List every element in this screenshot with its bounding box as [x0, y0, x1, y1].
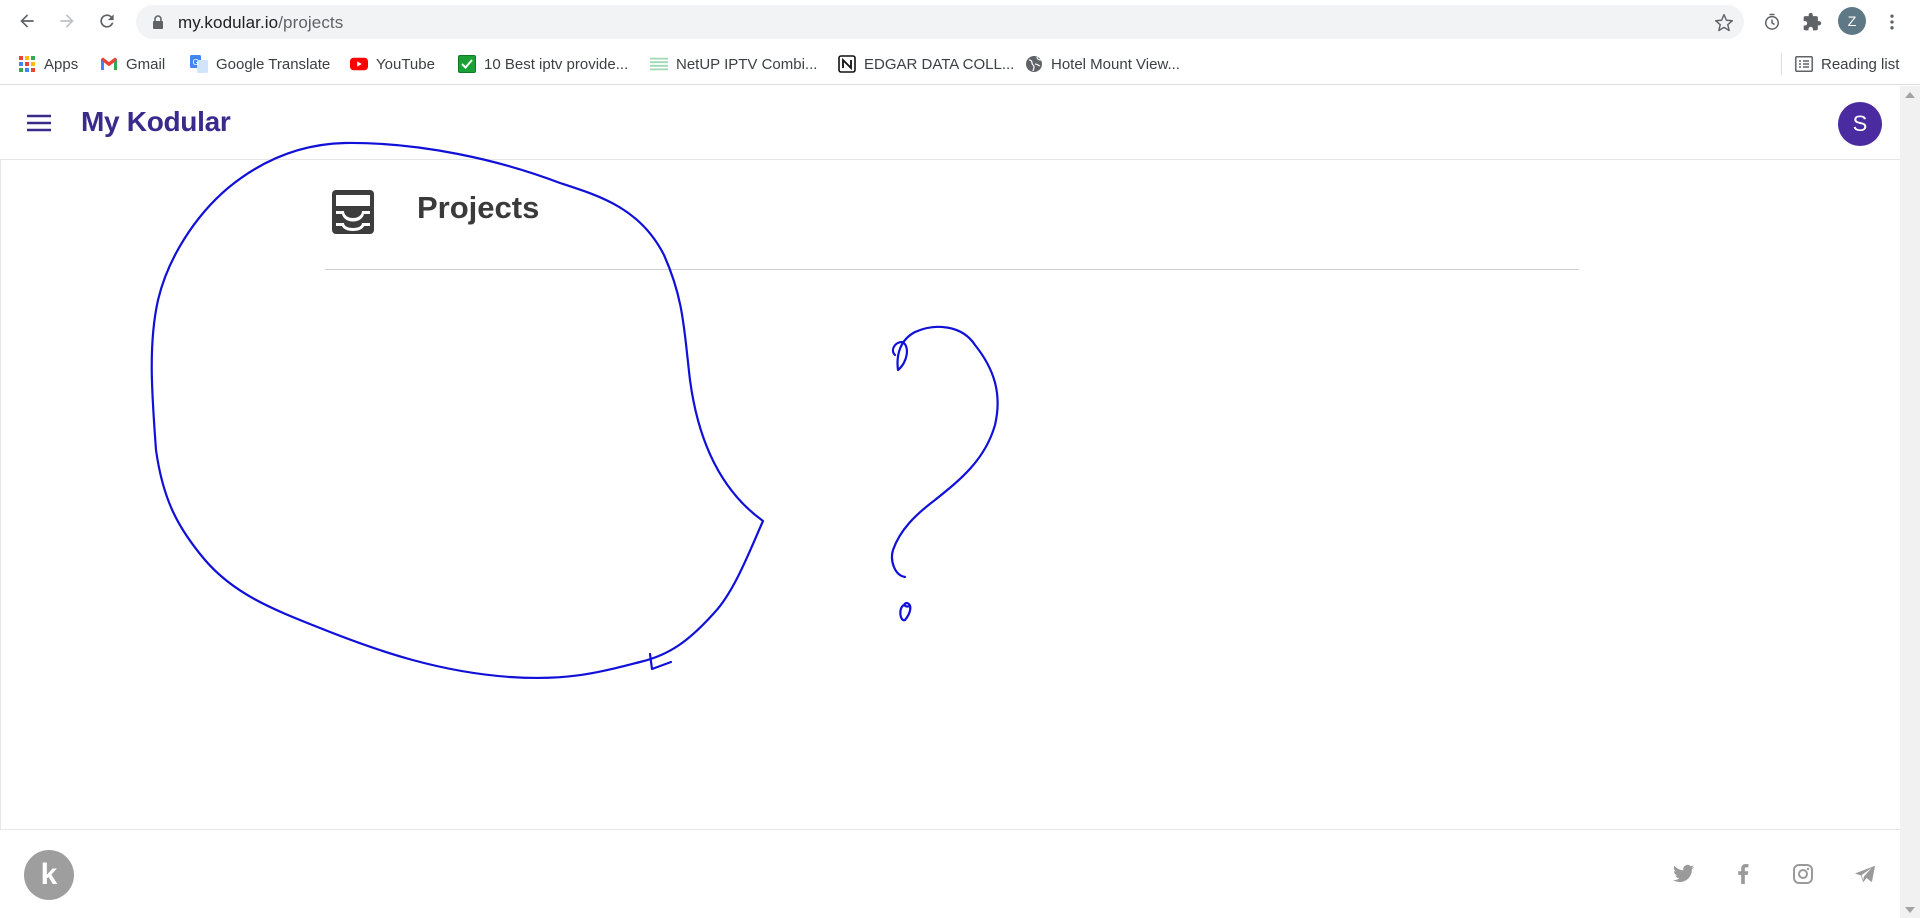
scroll-up-arrow-icon[interactable] — [1905, 91, 1915, 99]
netup-icon — [650, 55, 668, 73]
address-bar[interactable]: my.kodular.io/projects — [136, 5, 1744, 39]
timer-icon — [1765, 13, 1779, 30]
bookmark-netup[interactable]: NetUP IPTV Combi... — [650, 50, 817, 78]
back-button[interactable] — [13, 7, 41, 35]
bookmark-edgar[interactable]: EDGAR DATA COLL... — [838, 50, 1014, 78]
browser-toolbar: my.kodular.io/projects Z — [0, 0, 1920, 43]
bookmark-label: 10 Best iptv provide... — [484, 55, 629, 73]
user-avatar[interactable]: S — [1838, 102, 1882, 146]
apps-grid-icon — [18, 55, 36, 73]
bookmark-gmail[interactable]: Gmail — [100, 50, 165, 78]
hamburger-icon — [27, 114, 51, 132]
forward-button[interactable] — [53, 7, 81, 35]
instagram-icon[interactable] — [1793, 864, 1813, 884]
bookmarks-separator — [1781, 53, 1782, 75]
hamburger-menu-button[interactable] — [26, 113, 52, 133]
reading-list-button[interactable]: Reading list — [1795, 50, 1899, 78]
svg-text:G: G — [193, 58, 199, 67]
reading-list-label: Reading list — [1821, 55, 1900, 73]
page-scrollbar[interactable] — [1900, 86, 1920, 918]
twitter-icon[interactable] — [1673, 864, 1695, 884]
url-text: my.kodular.io/projects — [178, 13, 344, 32]
bookmark-label: Apps — [44, 55, 79, 73]
extensions-button[interactable] — [1798, 8, 1826, 36]
app-header: My Kodular S — [0, 86, 1900, 160]
kebab-menu-icon — [1890, 14, 1894, 30]
arrow-left-icon — [20, 14, 34, 28]
bookmark-apps[interactable]: Apps — [18, 50, 78, 78]
brand-title[interactable]: My Kodular — [81, 106, 231, 138]
bookmark-iptv[interactable]: 10 Best iptv provide... — [458, 50, 628, 78]
bookmark-youtube[interactable]: YouTube — [350, 50, 435, 78]
projects-content: Projects — [0, 160, 1900, 830]
reading-list-icon — [1795, 55, 1813, 73]
bookmark-label: Google Translate — [216, 55, 331, 73]
bookmark-hotel[interactable]: Hotel Mount View... — [1025, 50, 1180, 78]
google-translate-icon: G — [190, 55, 208, 73]
arrow-right-icon — [60, 14, 74, 28]
facebook-icon[interactable] — [1737, 864, 1749, 884]
bookmark-label: EDGAR DATA COLL... — [864, 55, 1015, 73]
bookmarks-bar: Apps Gmail G Google Translate YouTube 10… — [0, 43, 1920, 85]
scroll-down-arrow-icon[interactable] — [1905, 906, 1915, 914]
bookmark-label: Hotel Mount View... — [1051, 55, 1180, 73]
globe-icon — [1025, 55, 1043, 73]
telegram-icon[interactable] — [1854, 864, 1876, 884]
bookmark-label: YouTube — [376, 55, 435, 73]
page-title: Projects — [417, 190, 540, 225]
checkbox-icon — [458, 55, 476, 73]
puzzle-icon — [1803, 12, 1822, 31]
browser-profile-button[interactable]: Z — [1838, 7, 1866, 35]
browser-menu-button[interactable] — [1878, 8, 1906, 36]
bookmark-google-translate[interactable]: G Google Translate — [190, 50, 330, 78]
title-divider — [325, 269, 1579, 270]
kodular-page: My Kodular S Projects k — [0, 86, 1900, 918]
bookmark-label: Gmail — [126, 55, 166, 73]
kodular-logo[interactable]: k — [24, 850, 74, 900]
bookmark-star-icon[interactable] — [1714, 13, 1734, 33]
lock-icon — [153, 15, 163, 29]
projects-inbox-icon — [331, 189, 375, 235]
reload-button[interactable] — [93, 7, 121, 35]
page-footer: k — [0, 829, 1900, 918]
reload-icon — [100, 14, 114, 28]
notion-icon — [838, 55, 856, 73]
extension-timer-button[interactable] — [1758, 8, 1786, 36]
bookmark-label: NetUP IPTV Combi... — [676, 55, 818, 73]
gmail-icon — [100, 55, 118, 73]
youtube-icon — [350, 55, 368, 73]
